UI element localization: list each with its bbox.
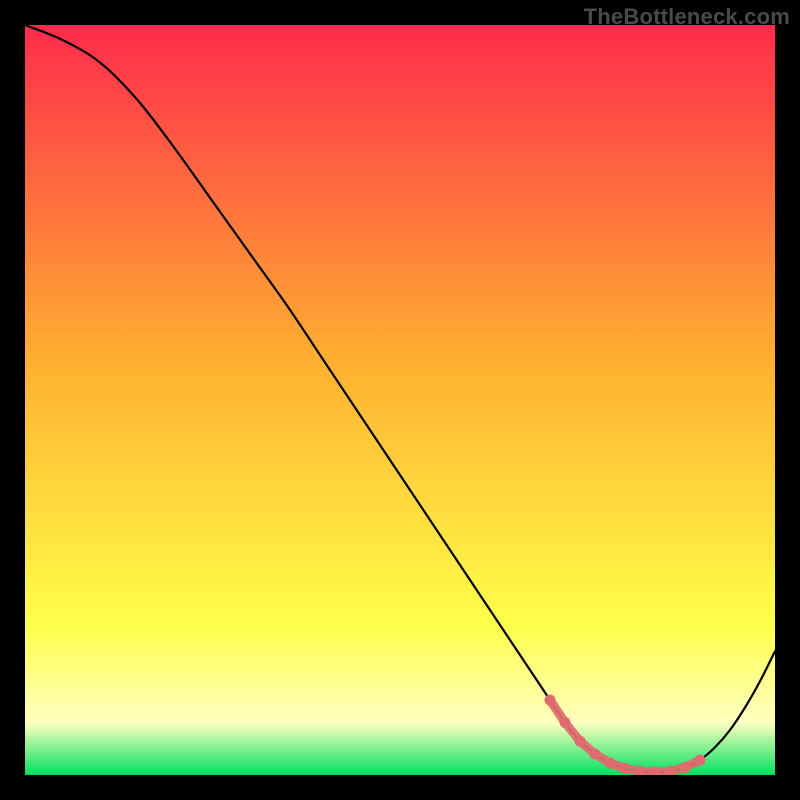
- chart-frame: TheBottleneck.com: [0, 0, 800, 800]
- highlight-marker: [545, 695, 556, 706]
- highlight-marker: [605, 758, 616, 769]
- highlight-marker: [680, 762, 691, 773]
- highlight-marker: [560, 717, 571, 728]
- highlight-marker: [695, 755, 706, 766]
- chart-svg: [25, 25, 775, 775]
- gradient-background: [25, 25, 775, 775]
- highlight-marker: [620, 763, 631, 774]
- highlight-marker: [590, 749, 601, 760]
- plot-area: [25, 25, 775, 775]
- highlight-marker: [575, 736, 586, 747]
